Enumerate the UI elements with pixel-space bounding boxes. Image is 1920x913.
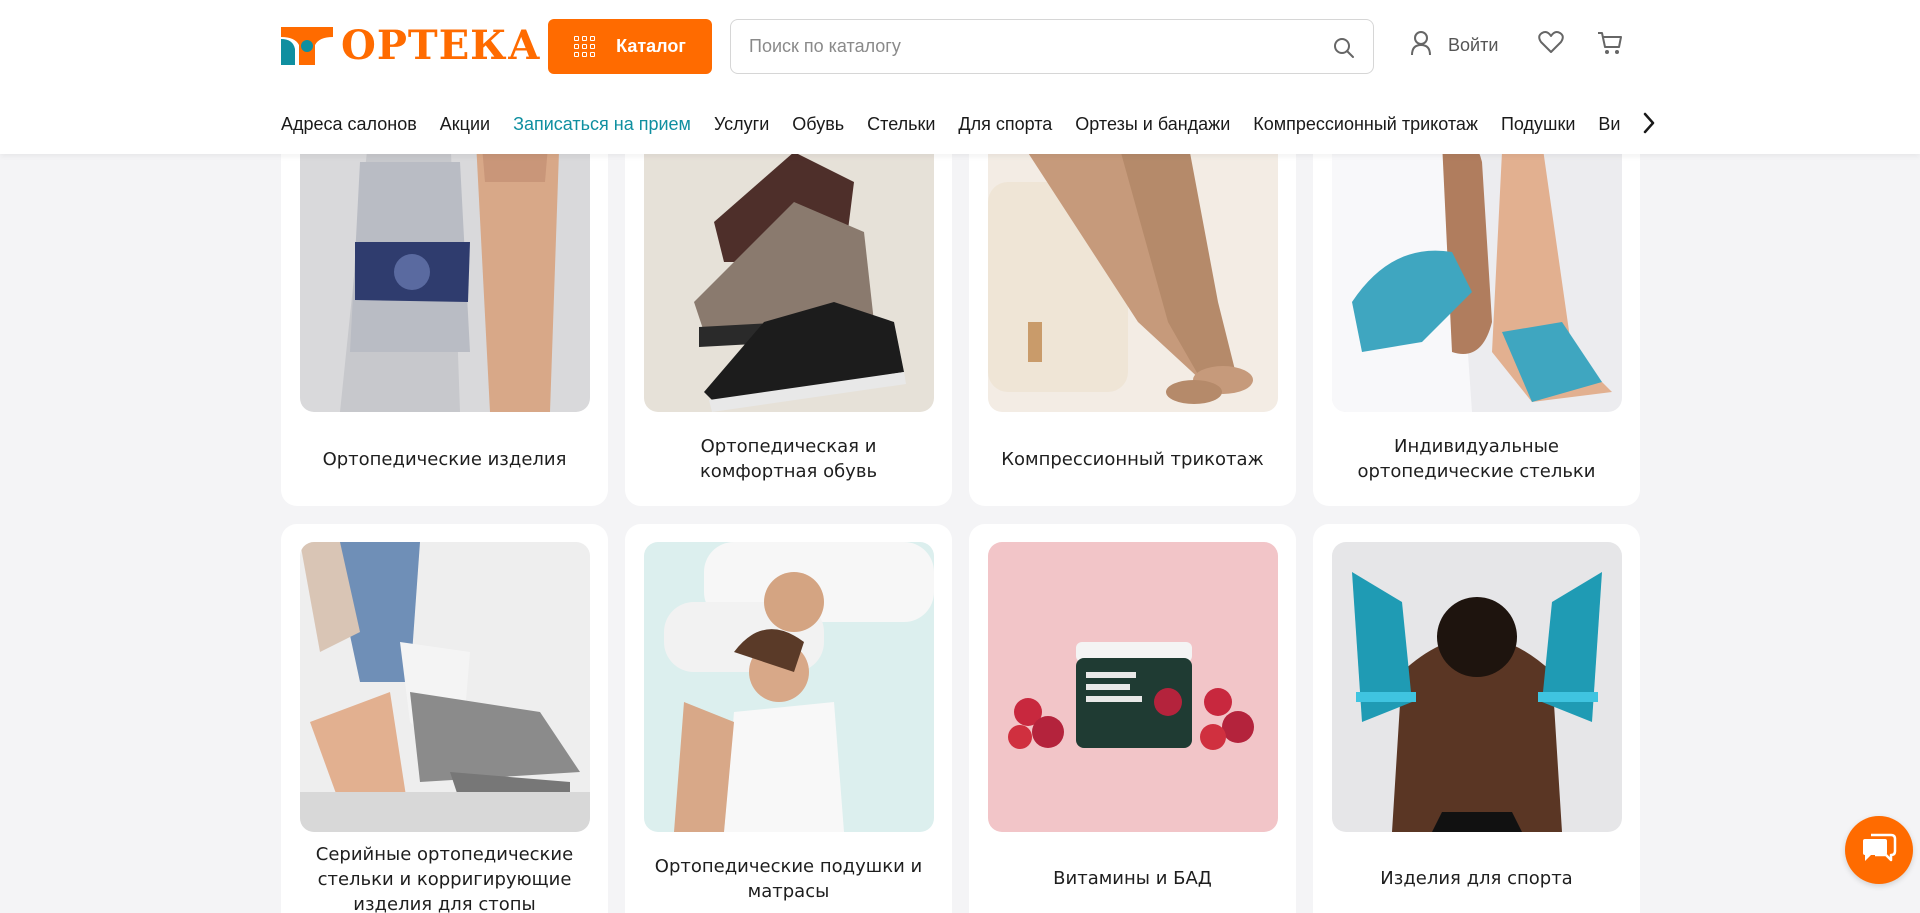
catalog-button-label: Каталог [616, 36, 686, 56]
category-grid: Ортопедические изделия Ортопедическая и … [281, 104, 1640, 913]
login-label: Войти [1448, 35, 1499, 55]
nav-item-promotions[interactable]: Акции [440, 114, 490, 135]
grid-icon [574, 35, 596, 58]
category-label: Индивидуальные ортопедические стельки [1357, 436, 1596, 482]
search-input[interactable] [731, 21, 1311, 72]
category-label: Ортопедическая и комфортная обувь [699, 436, 878, 482]
nav-item-pillows[interactable]: Подушки [1501, 114, 1575, 135]
category-card-sport[interactable]: Изделия для спорта [1313, 524, 1640, 913]
category-label: Ортопедические изделия [322, 448, 567, 470]
category-label: Ортопедические подушки и матрасы [654, 856, 923, 902]
category-label: Витамины и БАД [1053, 868, 1212, 889]
nav-item-orthoses[interactable]: Ортезы и бандажи [1075, 114, 1230, 135]
search-box [730, 19, 1374, 74]
nav-item-insoles[interactable]: Стельки [867, 114, 935, 135]
logo-text: ОРТЕКА [341, 22, 542, 69]
category-card-orthopedic-products[interactable]: Ортопедические изделия [281, 104, 608, 506]
heart-icon[interactable] [1538, 30, 1564, 58]
knee-brace-image [299, 122, 590, 412]
category-label: Изделия для спорта [1380, 868, 1573, 889]
cart-icon[interactable] [1597, 30, 1623, 60]
category-label: Компрессионный трикотаж [1001, 448, 1264, 470]
collagen-jar-image [987, 542, 1278, 832]
site-header: ОРТЕКА Каталог Войти [0, 0, 1920, 154]
chat-button[interactable] [1845, 816, 1913, 884]
insole-shoe-image [299, 542, 590, 832]
logo-mark-icon [281, 27, 333, 65]
legs-stockings-image [987, 122, 1278, 412]
category-card-individual-insoles[interactable]: Индивидуальные ортопедические стельки [1313, 104, 1640, 506]
nav-item-vitamins[interactable]: Ви [1598, 114, 1620, 135]
chevron-right-icon[interactable] [1636, 108, 1662, 138]
chat-icon [1861, 831, 1897, 869]
couple-pillow-image [643, 542, 934, 832]
catalog-button[interactable]: Каталог [548, 19, 712, 74]
nav-item-compression[interactable]: Компрессионный трикотаж [1253, 114, 1478, 135]
category-card-pillows[interactable]: Ортопедические подушки и матрасы [625, 524, 952, 913]
user-icon [1410, 30, 1432, 61]
category-card-compression[interactable]: Компрессионный трикотаж [969, 104, 1296, 506]
sport-sleeves-image [1331, 542, 1622, 832]
main-nav: Адреса салонов Акции Записаться на прием… [281, 110, 1659, 138]
shoes-image [643, 122, 934, 412]
nav-item-appointment[interactable]: Записаться на прием [513, 114, 691, 135]
search-icon[interactable] [1333, 37, 1355, 59]
nav-item-addresses[interactable]: Адреса салонов [281, 114, 417, 135]
nav-item-sport[interactable]: Для спорта [958, 114, 1052, 135]
login-button[interactable]: Войти [1410, 30, 1498, 61]
nav-item-shoes[interactable]: Обувь [792, 114, 844, 135]
category-card-shoes[interactable]: Ортопедическая и комфортная обувь [625, 104, 952, 506]
category-label: Серийные ортопедические стельки и корриг… [315, 844, 574, 913]
logo[interactable]: ОРТЕКА [281, 26, 541, 66]
category-card-vitamins[interactable]: Витамины и БАД [969, 524, 1296, 913]
category-card-serial-insoles[interactable]: Серийные ортопедические стельки и корриг… [281, 524, 608, 913]
nav-item-services[interactable]: Услуги [714, 114, 769, 135]
insole-fitting-image [1331, 122, 1622, 412]
